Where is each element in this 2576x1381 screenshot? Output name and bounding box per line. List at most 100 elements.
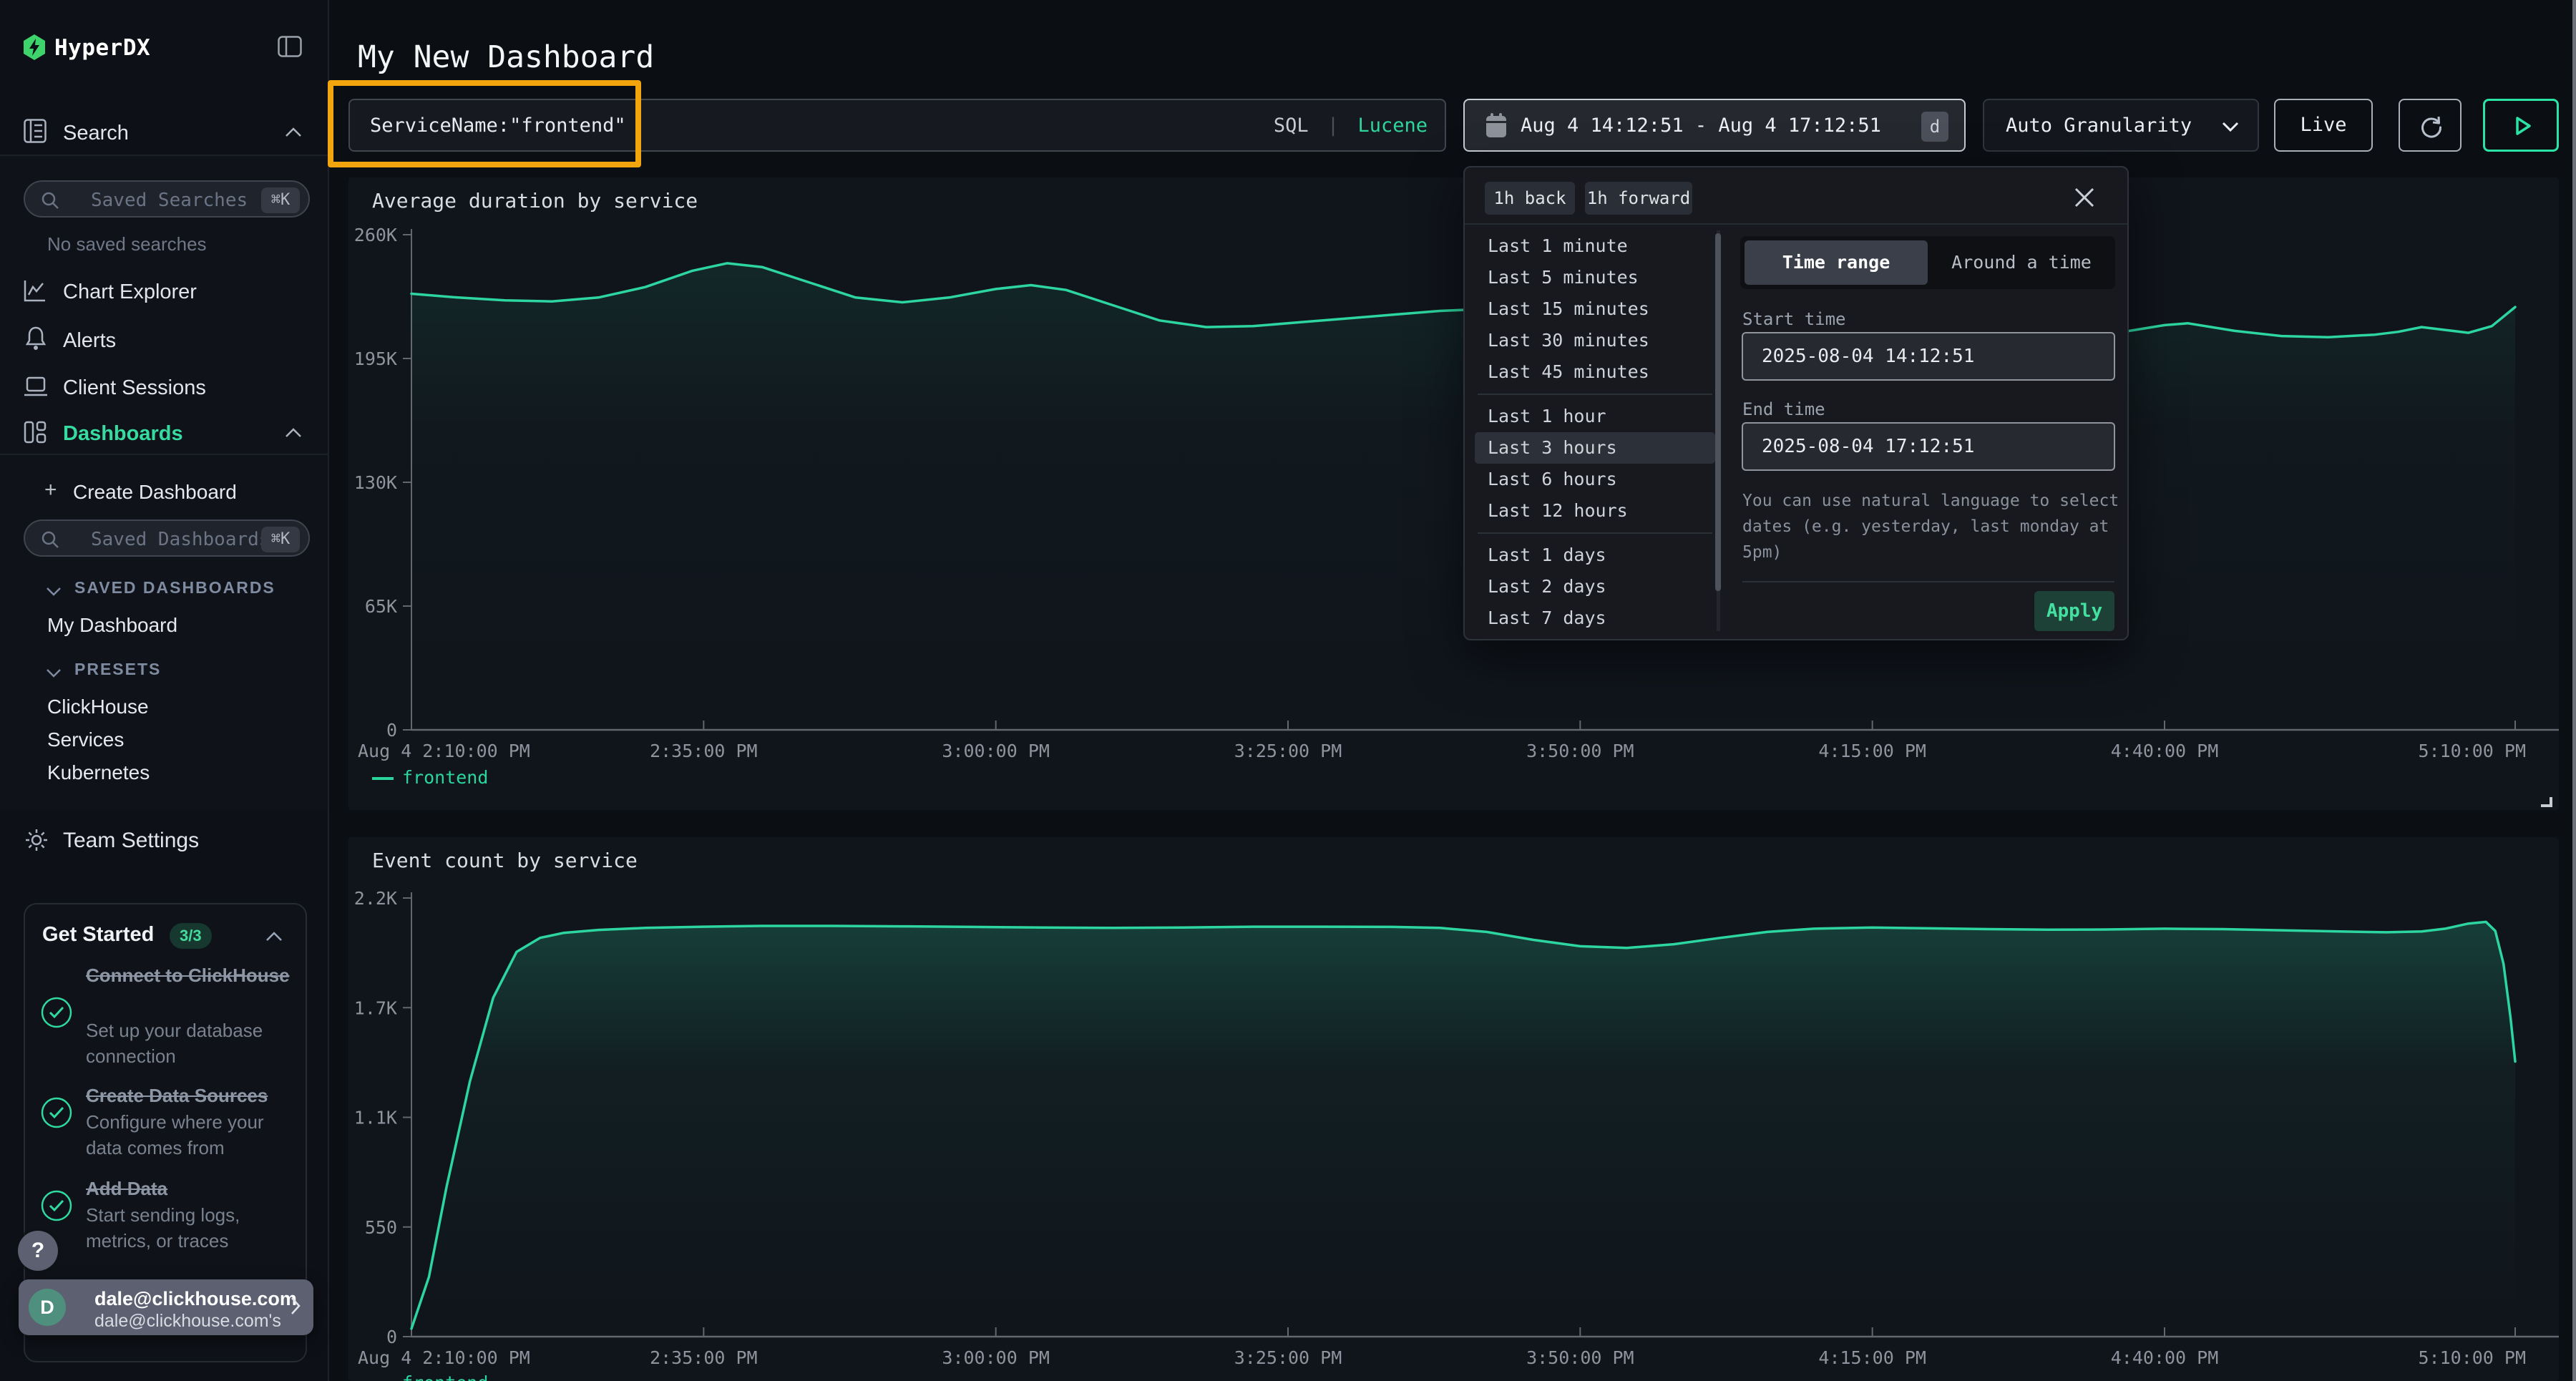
chart-canvas: 065K130K195K260KAug 4 2:10:00 PM2:35:00 … (348, 177, 2559, 810)
time-range-input[interactable]: Aug 4 14:12:51 - Aug 4 17:12:51 d (1463, 99, 1966, 152)
end-time-label: End time (1742, 399, 1825, 419)
sql-toggle[interactable]: SQL (1274, 114, 1309, 137)
saved-searches-input[interactable]: Saved Searches ⌘K (24, 180, 310, 218)
svg-text:4:15:00 PM: 4:15:00 PM (1818, 741, 1926, 761)
search-icon (41, 530, 59, 549)
chart-panel-avg-duration: Average duration by service 065K130K195K… (348, 177, 2559, 810)
refresh-button[interactable] (2399, 99, 2462, 152)
quick-range-item[interactable]: Last 2 days (1475, 571, 1715, 602)
section-chevron-down-icon[interactable] (46, 668, 62, 678)
sidebar-item-client-sessions[interactable]: Client Sessions (63, 376, 206, 400)
lucene-toggle[interactable]: Lucene (1357, 114, 1428, 137)
sidebar-item-search[interactable]: Search (63, 122, 129, 145)
create-dashboard-button[interactable]: Create Dashboard (73, 481, 237, 504)
svg-text:3:25:00 PM: 3:25:00 PM (1234, 1347, 1342, 1368)
get-started-item-title[interactable]: Create Data Sources (86, 1082, 301, 1109)
panel-resize-handle[interactable] (2540, 797, 2552, 807)
user-profile-card[interactable]: D dale@clickhouse.com dale@clickhouse.co… (19, 1279, 313, 1335)
quick-range-item[interactable]: Last 45 minutes (1475, 356, 1715, 388)
cmd-k-shortcut-badge: ⌘K (261, 187, 300, 213)
svg-text:4:40:00 PM: 4:40:00 PM (2111, 1347, 2219, 1368)
dashboards-grid-icon (24, 421, 47, 444)
tab-time-range[interactable]: Time range (1745, 240, 1928, 285)
start-time-label: Start time (1742, 309, 1846, 329)
svg-text:3:00:00 PM: 3:00:00 PM (942, 741, 1050, 761)
quick-range-item[interactable]: Last 1 minute (1475, 230, 1715, 262)
sidebar-item-kubernetes[interactable]: Kubernetes (47, 761, 150, 784)
end-time-input[interactable] (1742, 422, 2115, 471)
dashboard-filter-input[interactable]: ServiceName:"frontend" SQL | Lucene (348, 99, 1446, 152)
live-button[interactable]: Live (2274, 99, 2373, 152)
svg-text:4:15:00 PM: 4:15:00 PM (1818, 1347, 1926, 1368)
dashboards-collapse-chevron-up-icon[interactable] (285, 428, 302, 438)
divider (1465, 223, 2127, 225)
quick-range-item[interactable]: Last 12 hours (1475, 495, 1715, 527)
sidebar-item-alerts[interactable]: Alerts (63, 329, 116, 353)
client-sessions-laptop-icon (24, 376, 48, 398)
quick-range-item[interactable]: Last 1 hour (1475, 401, 1715, 432)
sidebar-collapse-icon[interactable] (278, 36, 302, 57)
page-scrollbar[interactable] (2572, 0, 2576, 1381)
get-started-item-title[interactable]: Add Data (86, 1175, 301, 1202)
legend-line-swatch (372, 777, 394, 780)
gear-icon (24, 827, 49, 853)
svg-text:0: 0 (386, 720, 397, 741)
chart-canvas: 05501.1K1.7K2.2KAug 4 2:10:00 PM2:35:00 … (348, 837, 2559, 1381)
get-started-item-desc: Set up your database connection (86, 1018, 293, 1069)
chart-legend[interactable]: frontend (372, 1372, 488, 1381)
sidebar-item-chart-explorer[interactable]: Chart Explorer (63, 280, 197, 304)
sidebar: HyperDX Search (0, 0, 329, 1381)
svg-text:130K: 130K (354, 472, 397, 493)
granularity-select[interactable]: Auto Granularity (1983, 99, 2259, 152)
quick-range-item[interactable]: Last 7 days (1475, 602, 1715, 634)
search-collapse-chevron-up-icon[interactable] (285, 127, 302, 137)
get-started-item-title[interactable]: Connect to ClickHouse (86, 962, 293, 989)
svg-text:3:00:00 PM: 3:00:00 PM (942, 1347, 1050, 1368)
get-started-chevron-up-icon[interactable] (265, 932, 283, 942)
plus-icon: + (44, 478, 57, 502)
quick-range-item[interactable]: Last 15 minutes (1475, 293, 1715, 325)
svg-text:1.7K: 1.7K (354, 997, 397, 1018)
chevron-down-icon (2222, 122, 2239, 132)
saved-dashboards-placeholder: Saved Dashboards (91, 529, 270, 550)
apply-button[interactable]: Apply (2034, 591, 2114, 631)
get-started-title: Get Started (42, 923, 154, 947)
chevron-right-icon (291, 1297, 301, 1315)
start-time-input[interactable] (1742, 332, 2115, 381)
svg-text:2:35:00 PM: 2:35:00 PM (650, 741, 758, 761)
no-saved-searches-label: No saved searches (47, 233, 207, 255)
quick-range-item[interactable]: Last 30 minutes (1475, 325, 1715, 356)
run-query-button[interactable] (2483, 99, 2559, 152)
one-hour-back-button[interactable]: 1h back (1485, 182, 1575, 215)
check-circle-icon (40, 1096, 73, 1129)
quick-range-item[interactable]: Last 14 days (1475, 634, 1715, 635)
saved-dashboards-input[interactable]: Saved Dashboards ⌘K (24, 519, 310, 557)
sidebar-item-clickhouse[interactable]: ClickHouse (47, 696, 149, 718)
quick-range-item[interactable]: Last 1 days (1475, 540, 1715, 571)
user-subtitle: dale@clickhouse.com's (94, 1311, 281, 1332)
chart-explorer-icon (24, 279, 47, 302)
hyperdx-logo-icon (24, 34, 45, 60)
tab-around-a-time[interactable]: Around a time (1932, 240, 2111, 285)
sidebar-item-services[interactable]: Services (47, 728, 124, 751)
sidebar-item-my-dashboard[interactable]: My Dashboard (47, 614, 177, 637)
quick-range-item[interactable]: Last 6 hours (1475, 464, 1715, 495)
chart-legend[interactable]: frontend (372, 767, 488, 788)
svg-text:0: 0 (386, 1327, 397, 1347)
one-hour-forward-button[interactable]: 1h forward (1585, 182, 1692, 215)
quick-range-item[interactable]: Last 3 hours (1475, 432, 1715, 464)
sidebar-item-team-settings[interactable]: Team Settings (63, 829, 199, 853)
scrollbar-thumb[interactable] (1715, 233, 1721, 591)
quick-range-item[interactable]: Last 5 minutes (1475, 262, 1715, 293)
help-button[interactable]: ? (18, 1231, 58, 1271)
chart-panel-event-count: Event count by service 05501.1K1.7K2.2KA… (348, 837, 2559, 1381)
sidebar-item-dashboards[interactable]: Dashboards (63, 422, 183, 446)
svg-text:550: 550 (365, 1217, 397, 1238)
saved-dashboards-section-header[interactable]: SAVED DASHBOARDS (74, 578, 275, 597)
natural-language-helper-text: You can use natural language to select d… (1742, 488, 2132, 565)
section-chevron-down-icon[interactable] (46, 587, 62, 596)
svg-text:5:10:00 PM: 5:10:00 PM (2418, 741, 2526, 761)
presets-section-header[interactable]: PRESETS (74, 660, 161, 679)
close-icon[interactable] (2072, 185, 2097, 210)
get-started-progress-badge: 3/3 (170, 923, 212, 949)
